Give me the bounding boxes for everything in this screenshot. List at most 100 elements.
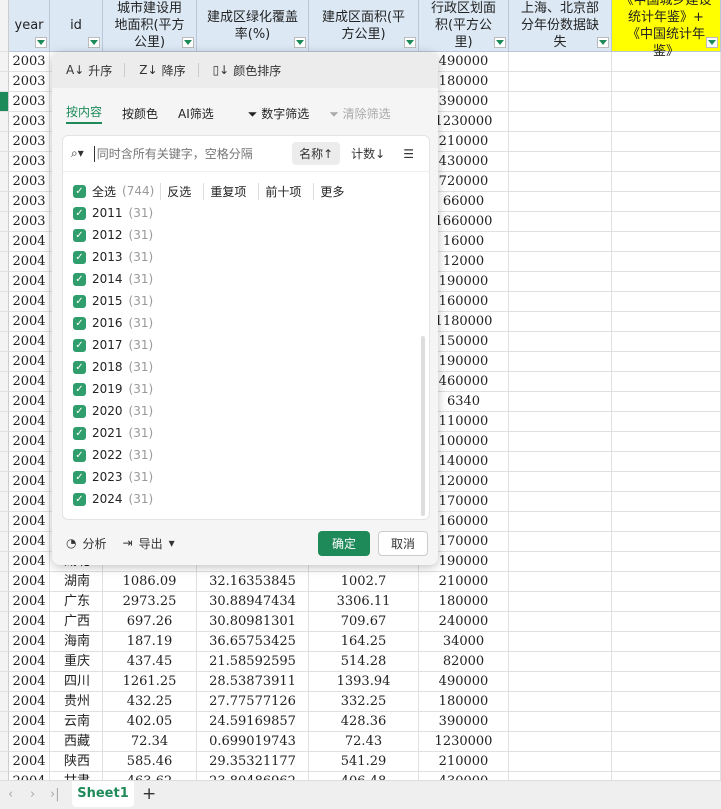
cell-note[interactable] [509,612,612,632]
cell-source[interactable] [612,172,721,192]
cell-note[interactable] [509,672,612,692]
cell-id[interactable]: 海南 [50,632,103,652]
invert-selection-link[interactable]: 反选 [160,182,197,200]
cell-green-rate[interactable]: 29.35321177 [197,752,309,772]
cell-source[interactable] [612,632,721,652]
filter-item[interactable]: ✓ 2014 (31) [73,268,415,290]
filter-item[interactable]: ✓ 2024 (31) [73,488,415,510]
cell-green-rate[interactable]: 28.53873911 [197,672,309,692]
filter-item[interactable]: ✓ 2022 (31) [73,444,415,466]
row-header[interactable] [0,592,9,612]
cell-year[interactable]: 2004 [9,412,50,432]
filter-dropdown-icon[interactable] [494,37,506,48]
row-header[interactable] [0,92,9,112]
cell-note[interactable] [509,372,612,392]
cell-built-area[interactable]: 332.25 [309,692,419,712]
cell-note[interactable] [509,252,612,272]
cell-source[interactable] [612,692,721,712]
cell-year[interactable]: 2004 [9,612,50,632]
filter-item[interactable]: ✓ 2021 (31) [73,422,415,444]
cell-green-rate[interactable]: 32.16353845 [197,572,309,592]
row-header[interactable] [0,132,9,152]
cell-year[interactable]: 2003 [9,212,50,232]
cell-source[interactable] [612,332,721,352]
cell-year[interactable]: 2004 [9,292,50,312]
cell-year[interactable]: 2003 [9,132,50,152]
cell-year[interactable]: 2004 [9,652,50,672]
cell-note[interactable] [509,92,612,112]
row-header[interactable] [0,332,9,352]
cell-note[interactable] [509,492,612,512]
checkbox-checked-icon[interactable]: ✓ [73,184,86,198]
filter-item[interactable]: ✓ 2020 (31) [73,400,415,422]
cell-note[interactable] [509,692,612,712]
filter-item[interactable]: ✓ 2018 (31) [73,356,415,378]
row-header[interactable] [0,572,9,592]
cell-source[interactable] [612,512,721,532]
row-header[interactable] [0,452,9,472]
cell-note[interactable] [509,432,612,452]
cell-note[interactable] [509,652,612,672]
cell-note[interactable] [509,392,612,412]
cell-note[interactable] [509,632,612,652]
cell-id[interactable]: 云南 [50,712,103,732]
cell-note[interactable] [509,712,612,732]
checkbox-checked-icon[interactable]: ✓ [73,294,86,308]
select-all-row[interactable]: ✓ 全选 (744) 反选 重复项 前十项 更多 [73,180,415,202]
tab-by-color[interactable]: 按颜色 [122,105,158,122]
cell-note[interactable] [509,452,612,472]
cell-source[interactable] [612,52,721,72]
checkbox-checked-icon[interactable]: ✓ [73,250,86,264]
row-header[interactable] [0,512,9,532]
list-scrollbar[interactable] [421,336,425,516]
row-header[interactable] [0,252,9,272]
sort-ascending-button[interactable]: A↓ 升序 [66,62,124,79]
cell-source[interactable] [612,152,721,172]
filter-search-input[interactable] [93,145,289,162]
confirm-button[interactable]: 确定 [317,530,370,556]
cell-built-area[interactable]: 428.36 [309,712,419,732]
cell-land-area[interactable]: 1086.09 [103,572,197,592]
cell-built-area[interactable]: 72.43 [309,732,419,752]
export-button[interactable]: ⇥ 导出 ▾ [123,535,175,552]
cell-id[interactable]: 重庆 [50,652,103,672]
cell-land-area[interactable]: 585.46 [103,752,197,772]
row-header[interactable] [0,692,9,712]
row-header[interactable] [0,112,9,132]
cell-note[interactable] [509,72,612,92]
cell-note[interactable] [509,352,612,372]
cell-source[interactable] [612,572,721,592]
cell-land-area[interactable]: 1261.25 [103,672,197,692]
cell-id[interactable]: 广西 [50,612,103,632]
corner-cell[interactable] [0,0,9,52]
cell-note[interactable] [509,212,612,232]
cell-year[interactable]: 2004 [9,512,50,532]
cell-year[interactable]: 2003 [9,172,50,192]
cell-source[interactable] [612,472,721,492]
column-header-green-rate[interactable]: 建成区绿化覆盖率(%) [197,0,309,52]
cell-year[interactable]: 2004 [9,712,50,732]
cell-source[interactable] [612,292,721,312]
cell-admin-area[interactable]: 34000 [419,632,509,652]
cell-source[interactable] [612,372,721,392]
cell-year[interactable]: 2004 [9,672,50,692]
cell-note[interactable] [509,132,612,152]
cell-green-rate[interactable]: 30.80981301 [197,612,309,632]
cell-note[interactable] [509,532,612,552]
cell-note[interactable] [509,752,612,772]
cell-admin-area[interactable]: 240000 [419,612,509,632]
filter-dropdown-icon[interactable] [88,37,100,48]
cell-green-rate[interactable]: 24.59169857 [197,712,309,732]
filter-item[interactable]: ✓ 2016 (31) [73,312,415,334]
checkbox-checked-icon[interactable]: ✓ [73,338,86,352]
filter-item[interactable]: ✓ 2019 (31) [73,378,415,400]
filter-dropdown-icon[interactable] [294,37,306,48]
column-header-admin-area[interactable]: 行政区划面积(平方公里) [419,0,509,52]
cell-built-area[interactable]: 514.28 [309,652,419,672]
checkbox-checked-icon[interactable]: ✓ [73,272,86,286]
cell-source[interactable] [612,412,721,432]
cell-year[interactable]: 2003 [9,92,50,112]
row-header[interactable] [0,352,9,372]
cell-admin-area[interactable]: 180000 [419,692,509,712]
checkbox-checked-icon[interactable]: ✓ [73,470,86,484]
